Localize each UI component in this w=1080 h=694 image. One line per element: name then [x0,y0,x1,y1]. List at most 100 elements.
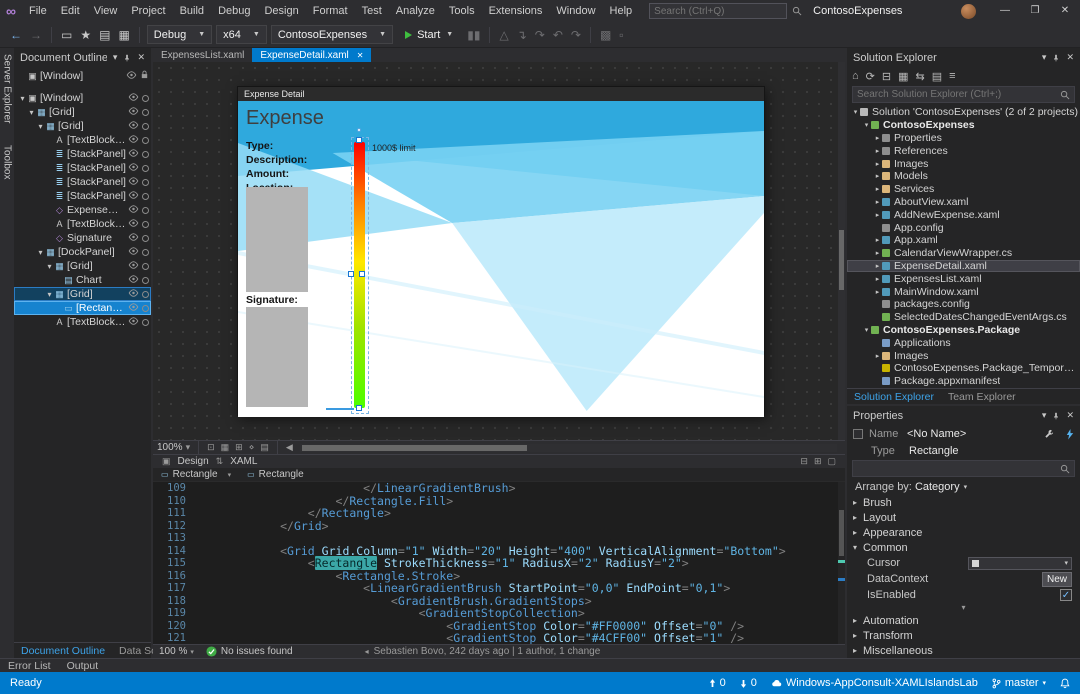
pin-toggle-icon[interactable] [142,262,149,270]
expander-icon[interactable]: ▾ [862,326,871,334]
expander-icon[interactable]: ▾ [27,108,36,117]
outline-item[interactable]: ◇ ExpenseMap [14,203,151,217]
side-tab-server-explorer[interactable]: Server Explorer [2,54,13,123]
solution-search[interactable] [852,86,1075,103]
hot-reload-icon[interactable]: △ [495,28,512,42]
home-icon[interactable]: ⌂ [852,70,859,82]
menu-item-project[interactable]: Project [124,0,172,22]
maximize-button[interactable]: ❐ [1020,0,1050,22]
find-in-files-icon[interactable]: ▩ [596,28,615,42]
solution-item[interactable]: ▸ ExpensesList.xaml [847,272,1080,285]
eye-icon[interactable] [128,106,139,118]
startup-project-combo[interactable]: ContosoExpenses ▼ [270,25,394,44]
solution-item[interactable]: ▸ References [847,144,1080,157]
outline-item[interactable]: A [TextBlock] "Sig... [14,217,151,231]
repository-name[interactable]: Windows-AppConsult-XAMLIslandsLab [771,677,978,689]
start-debug-button[interactable]: Start ▼ [399,25,459,44]
expander-icon[interactable]: ▸ [873,160,882,168]
bottom-tab-output[interactable]: Output [67,660,99,672]
close-icon[interactable]: ✕ [1066,52,1074,63]
expander-icon[interactable]: ▸ [873,288,882,296]
resize-handle-middle-left[interactable] [348,271,354,277]
chevron-down-icon[interactable]: ▾ [113,52,118,63]
name-value[interactable]: <No Name> [907,428,1032,440]
property-combo[interactable]: ▾ [968,556,1072,570]
solution-item[interactable]: ▾ ContosoExpenses [847,119,1080,132]
pin-toggle-icon[interactable] [142,136,149,144]
sync-with-active-document-icon[interactable]: ⇆ [916,70,925,83]
save-all-icon[interactable]: ▦ [114,28,133,42]
pin-toggle-icon[interactable] [142,304,149,312]
eye-icon[interactable] [128,302,139,314]
pin-icon[interactable] [1052,412,1060,420]
horizontal-split-icon[interactable]: ⊞ [811,456,825,467]
solution-item[interactable]: Applications [847,336,1080,349]
designer-artboard[interactable]: Expense Detail Expense Type: Description:… [153,62,845,440]
close-button[interactable]: ✕ [1050,0,1080,22]
design-preview-window[interactable]: Expense Detail Expense Type: Description:… [237,86,765,417]
tab-document-outline[interactable]: Document Outline [14,643,112,659]
eye-icon[interactable] [128,162,139,174]
outline-item[interactable]: ▾ ▦ [Grid] [14,259,151,273]
menu-item-debug[interactable]: Debug [211,0,257,22]
code-line[interactable]: 121 <GradientStop Color="#4CFF00" Offset… [153,632,845,644]
expand-pane-icon[interactable]: ▢ [824,456,839,467]
breadcrumb-segment[interactable]: ▭ Rectangle [239,468,312,482]
eye-icon[interactable] [128,218,139,230]
menu-item-design[interactable]: Design [257,0,305,22]
outline-item[interactable]: A [TextBlock] "10... [14,315,151,329]
xaml-code-editor[interactable]: 109 </LinearGradientBrush> 110 </Rectangl… [153,482,845,644]
eye-icon[interactable] [128,288,139,300]
solution-item[interactable]: ▸ Services [847,183,1080,196]
property-category-miscellaneous[interactable]: ▸ Miscellaneous [847,643,1080,658]
property-category-automation[interactable]: ▸ Automation [847,613,1080,628]
expander-icon[interactable]: ▸ [873,211,882,219]
breadcrumb-segment[interactable]: ▭ Rectangle ▾ [153,468,239,482]
notifications[interactable] [1060,678,1070,689]
solution-item[interactable]: App.config [847,221,1080,234]
events-bolt-icon[interactable] [1066,428,1074,440]
expander-icon[interactable]: ▸ [873,172,882,180]
side-tab-toolbox[interactable]: Toolbox [2,145,13,179]
solution-item[interactable]: packages.config [847,298,1080,311]
solution-item[interactable]: ▸ App.xaml [847,234,1080,247]
pin-toggle-icon[interactable] [142,150,149,158]
menu-item-window[interactable]: Window [549,0,602,22]
pin-toggle-icon[interactable] [142,164,149,172]
expander-icon[interactable]: ▸ [873,275,882,283]
properties-search-input[interactable] [857,463,1060,474]
expander-icon[interactable]: ▾ [45,262,54,271]
eye-icon[interactable] [128,134,139,146]
minimize-button[interactable]: — [990,0,1020,22]
properties-icon[interactable]: ▤ [932,70,942,83]
lock-icon[interactable] [140,70,149,82]
outline-item[interactable]: ▾ ▦ [DockPanel] [14,245,151,259]
step-into-icon[interactable]: ↴ [513,28,531,42]
comment-icon[interactable]: ▫ [615,28,627,42]
solution-item[interactable]: ▸ ExpenseDetail.xaml [847,259,1080,273]
element-selector-icon[interactable] [853,429,863,439]
chevron-down-icon[interactable]: ▾ [1042,52,1047,63]
pin-toggle-icon[interactable] [142,94,149,102]
expander-icon[interactable]: ▾ [851,108,860,116]
wrench-icon[interactable] [1044,429,1054,439]
pin-toggle-icon[interactable] [142,248,149,256]
expander-icon[interactable]: ▸ [873,249,882,257]
collapse-all-icon[interactable]: ⊟ [882,70,891,83]
solution-item[interactable]: ▸ Images [847,349,1080,362]
expander-icon[interactable]: ▸ [873,134,882,142]
code-vertical-scrollbar[interactable] [838,482,845,644]
pin-toggle-icon[interactable] [142,178,149,186]
solution-item[interactable]: ▾ Solution 'ContosoExpenses' (2 of 2 proj… [847,106,1080,119]
pin-toggle-icon[interactable] [142,318,149,326]
expander-icon[interactable]: ▾ [36,248,45,257]
solution-item[interactable]: ▸ AddNewExpense.xaml [847,208,1080,221]
close-icon[interactable]: ✕ [137,52,145,63]
eye-icon[interactable] [128,190,139,202]
solution-item[interactable]: ContosoExpenses.Package_TemporaryKey.pfx [847,362,1080,375]
document-tab[interactable]: ExpenseDetail.xaml ✕ [252,48,372,62]
commits-incoming[interactable]: 0 [740,677,757,689]
preview-icon[interactable]: ≡ [949,70,955,82]
expander-icon[interactable]: ▾ [45,290,54,299]
property-category-brush[interactable]: ▸ Brush [847,495,1080,510]
